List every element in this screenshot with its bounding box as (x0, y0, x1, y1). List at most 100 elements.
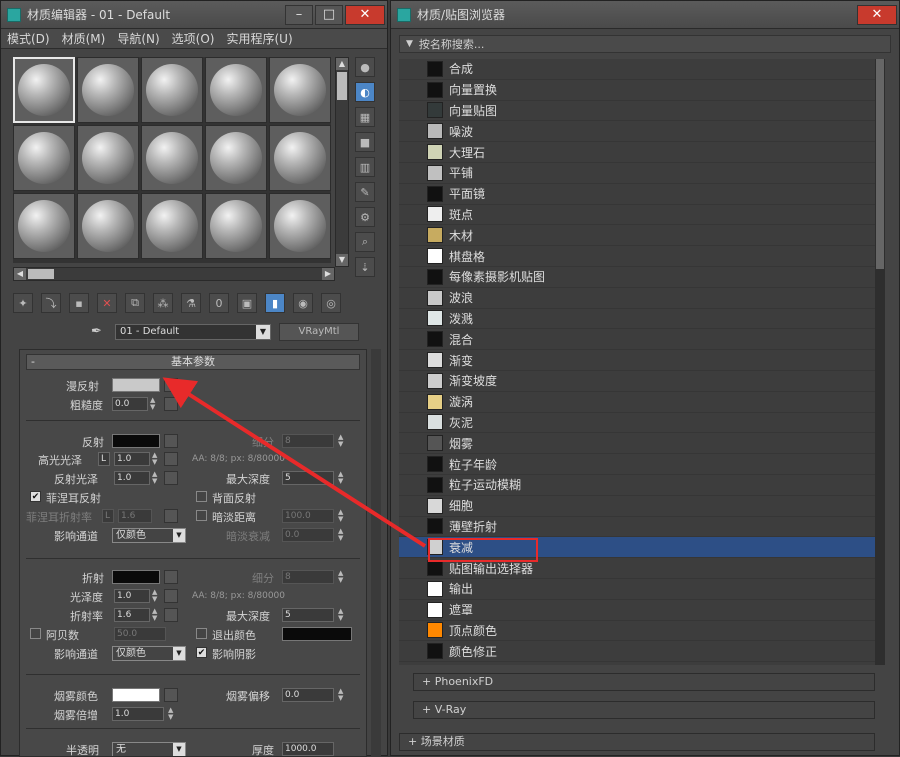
map-list-item[interactable]: 每像素摄影机贴图 (399, 267, 875, 288)
fog-mult-spinner[interactable]: ▲ ▼ (168, 707, 176, 721)
ior-spinner[interactable]: ▲ ▼ (152, 608, 160, 622)
options-icon[interactable]: ⚙ (355, 207, 375, 227)
fresnel-ior-lock[interactable]: L (102, 509, 114, 523)
uv-tiling-icon[interactable]: ■ (355, 132, 375, 152)
map-list-item[interactable]: 波浪 (399, 288, 875, 309)
material-slot[interactable] (141, 193, 203, 259)
backlight-icon[interactable]: ◐ (355, 82, 375, 102)
material-slot[interactable] (269, 193, 331, 259)
fog-color-map-button[interactable] (164, 688, 178, 702)
map-list-item[interactable]: 向量贴图 (399, 101, 875, 122)
subdivs2-spinner[interactable]: ▲ ▼ (338, 570, 346, 584)
roughness-input[interactable]: 0.0 (112, 397, 148, 411)
close-icon[interactable]: ✕ (345, 4, 385, 25)
slots-vertical-scrollbar[interactable]: ▲ ▼ (335, 57, 349, 267)
material-slot[interactable] (205, 57, 267, 123)
slots-horizontal-scrollbar[interactable]: ◀ ▶ (13, 267, 335, 281)
map-list-item[interactable]: 渐变 (399, 350, 875, 371)
map-list-item[interactable]: 合成 (399, 59, 875, 80)
affect-channels2-select[interactable]: 仅颜色 ▼ (112, 646, 186, 661)
video-color-check-icon[interactable]: ▥ (355, 157, 375, 177)
scroll-left-icon[interactable]: ◀ (14, 268, 26, 280)
subdivs-input[interactable]: 8 (282, 434, 334, 448)
map-list-item[interactable]: 平面镜 (399, 184, 875, 205)
abbe-checkbox[interactable] (30, 628, 41, 639)
roughness-map-button[interactable] (164, 397, 178, 411)
scroll-thumb[interactable] (876, 59, 884, 269)
material-type-button[interactable]: VRayMtl (279, 323, 359, 341)
max-depth-spinner[interactable]: ▲ ▼ (338, 471, 346, 485)
map-list-item[interactable]: 贴图输出选择器 (399, 558, 875, 579)
put-to-scene-icon[interactable]: ⤵ (41, 293, 61, 313)
roughness-spinner[interactable]: ▲ ▼ (150, 397, 158, 411)
assign-to-selection-icon[interactable]: ▪ (69, 293, 89, 313)
material-slot[interactable] (77, 125, 139, 191)
map-list-item[interactable]: 噪波 (399, 121, 875, 143)
map-list-item[interactable]: 粒子年龄 (399, 454, 875, 475)
chevron-down-icon[interactable]: ▼ (173, 647, 185, 660)
hilight-gloss-map-button[interactable] (164, 452, 178, 466)
gloss-map-button[interactable] (164, 589, 178, 603)
material-slot[interactable] (269, 125, 331, 191)
fresnel-ior-input[interactable]: 1.6 (118, 509, 152, 523)
show-end-result-icon[interactable]: ▮ (265, 293, 285, 313)
material-slot[interactable] (13, 57, 75, 123)
map-list-item[interactable]: 木材 (399, 225, 875, 247)
put-to-library-icon[interactable]: ⚗ (181, 293, 201, 313)
material-map-navigator-icon[interactable]: ⇣ (355, 257, 375, 277)
material-slot[interactable] (13, 193, 75, 259)
map-list-item[interactable]: 输出 (399, 579, 875, 600)
abbe-input[interactable]: 50.0 (114, 627, 166, 641)
scroll-thumb[interactable] (337, 72, 347, 100)
go-to-parent-icon[interactable]: ◉ (293, 293, 313, 313)
map-list-item[interactable]: 烟雾 (399, 433, 875, 455)
menu-options[interactable]: 选项(O) (166, 30, 221, 47)
rollout-toggle[interactable]: - (31, 355, 35, 369)
category-vray[interactable]: + V-Ray (413, 701, 875, 719)
refract-map-button[interactable] (164, 570, 178, 584)
max-depth-input[interactable]: 5 (282, 471, 334, 485)
fog-mult-input[interactable]: 1.0 (112, 707, 164, 721)
map-list-item[interactable]: 棋盘格 (399, 246, 875, 267)
eyedropper-icon[interactable]: ✒ (91, 324, 107, 340)
material-slot[interactable] (77, 193, 139, 259)
maximize-icon[interactable]: □ (315, 4, 343, 25)
select-by-material-icon[interactable]: ⌕ (355, 232, 375, 252)
material-slot[interactable] (205, 193, 267, 259)
map-list-item[interactable]: 遮罩 (399, 600, 875, 621)
map-list-item[interactable]: 薄壁折射 (399, 517, 875, 538)
menu-mode[interactable]: 模式(D) (1, 30, 56, 47)
map-list-item[interactable]: 粒子运动模糊 (399, 475, 875, 496)
exit-color-swatch[interactable] (282, 627, 352, 641)
reflect-map-button[interactable] (164, 434, 178, 448)
exit-color-checkbox[interactable] (196, 628, 207, 639)
show-map-icon[interactable]: ▣ (237, 293, 257, 313)
menu-navigation[interactable]: 导航(N) (111, 30, 165, 47)
map-list-item[interactable]: 平铺 (399, 163, 875, 184)
chevron-down-icon[interactable]: ▼ (173, 529, 185, 542)
material-slot[interactable] (77, 57, 139, 123)
menu-utilities[interactable]: 实用程序(U) (220, 30, 298, 47)
ior-input[interactable]: 1.6 (114, 608, 150, 622)
map-list-item[interactable]: 渐变坡度 (399, 371, 875, 392)
go-forward-icon[interactable]: ◎ (321, 293, 341, 313)
rollout-header[interactable]: - 基本参数 (26, 354, 360, 370)
material-name-field[interactable]: 01 - Default ▼ (115, 324, 271, 340)
subdivs-spinner[interactable]: ▲ ▼ (338, 434, 346, 448)
category-scene-materials[interactable]: + 场景材质 (399, 733, 875, 751)
map-list-item[interactable]: 细胞 (399, 496, 875, 517)
make-unique-icon[interactable]: ⁂ (153, 293, 173, 313)
menu-material[interactable]: 材质(M) (56, 30, 112, 47)
fog-bias-spinner[interactable]: ▲ ▼ (338, 688, 346, 702)
fresnel-checkbox[interactable]: ✔ (30, 491, 41, 502)
search-input[interactable]: ▼ 按名称搜索... (399, 35, 891, 53)
dim-falloff-input[interactable]: 0.0 (282, 528, 334, 542)
map-list-item[interactable]: 灰泥 (399, 413, 875, 434)
material-slot[interactable] (205, 125, 267, 191)
max-depth2-input[interactable]: 5 (282, 608, 334, 622)
minimize-icon[interactable]: – (285, 4, 313, 25)
hilight-gloss-spinner[interactable]: ▲ ▼ (152, 452, 160, 466)
subdivs2-input[interactable]: 8 (282, 570, 334, 584)
diffuse-color-swatch[interactable] (112, 378, 160, 392)
map-list-item[interactable]: 大理石 (399, 142, 875, 163)
